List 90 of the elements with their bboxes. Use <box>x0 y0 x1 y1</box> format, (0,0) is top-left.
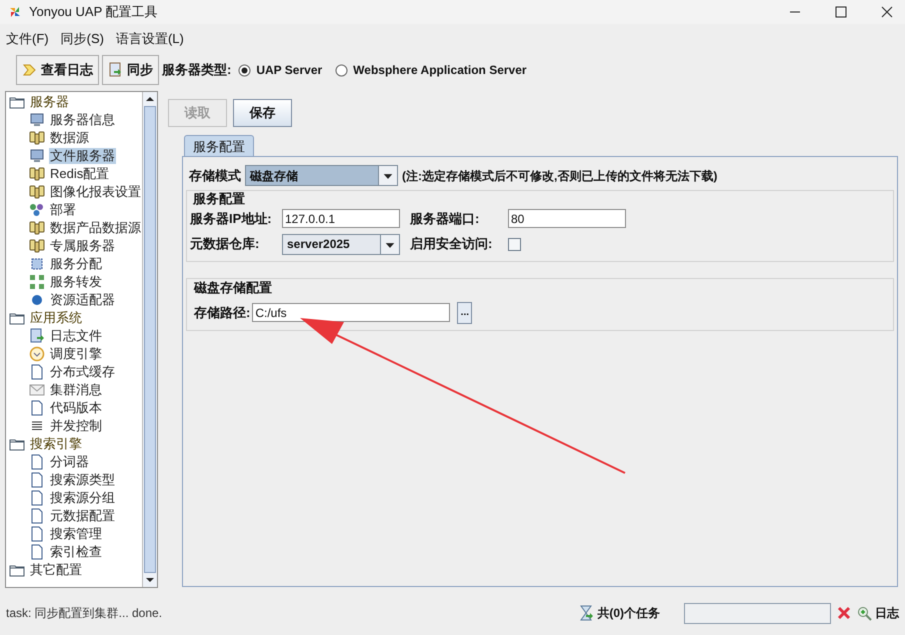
dropdown-caret-icon <box>380 234 399 254</box>
ball-icon <box>29 292 45 308</box>
forward-icon <box>29 274 45 290</box>
document-icon <box>29 400 45 416</box>
menu-item[interactable]: 同步(S) <box>60 29 104 49</box>
ip-field[interactable]: 127.0.0.1 <box>282 209 400 228</box>
tab[interactable]: 服务配置 <box>184 135 254 156</box>
log-file-icon <box>29 328 45 344</box>
document-icon <box>29 364 45 380</box>
sync-document-icon <box>108 62 124 78</box>
tree-item[interactable]: 数据源 <box>49 130 90 146</box>
storage-mode-combo[interactable]: 磁盘存储 <box>245 165 398 186</box>
storage-path-label: 存储路径: <box>194 304 250 322</box>
tree-item[interactable]: 其它配置 <box>29 562 83 578</box>
tree-item[interactable]: 专属服务器 <box>49 238 116 254</box>
arrow-icon <box>22 62 38 78</box>
tree-item[interactable]: 代码版本 <box>49 400 103 416</box>
group-title: 服务配置 <box>192 191 246 206</box>
status-message: task: 同步配置到集群... done. <box>6 605 164 622</box>
hourglass-icon <box>578 605 594 621</box>
menu-item[interactable]: 语言设置(L) <box>116 29 184 49</box>
server-type-radio[interactable]: Websphere Application Server <box>335 61 527 79</box>
log-link[interactable]: 日志 <box>875 604 899 622</box>
menu-item[interactable]: 文件(F) <box>6 29 49 49</box>
tree-item[interactable]: 搜索源类型 <box>49 472 116 488</box>
tree-item[interactable]: 集群消息 <box>49 382 103 398</box>
tree-item[interactable]: 搜索源分组 <box>49 490 116 506</box>
monitor-icon <box>29 112 45 128</box>
tree-item[interactable]: 服务转发 <box>49 274 103 290</box>
envelope-icon <box>29 382 45 398</box>
database-icon <box>29 184 45 200</box>
nodes-icon <box>29 202 45 218</box>
tree-item[interactable]: 分词器 <box>49 454 90 470</box>
tree-item[interactable]: 日志文件 <box>49 328 103 344</box>
app-logo-icon <box>8 5 22 19</box>
storage-mode-note: (注:选定存储模式后不可修改,否则已上传的文件将无法下载) <box>402 168 718 184</box>
secure-access-label: 启用安全访问: <box>410 235 494 254</box>
tree-item[interactable]: 分布式缓存 <box>49 364 116 380</box>
repository-combo[interactable]: server2025 <box>282 234 400 254</box>
storage-path-field[interactable]: C:/ufs <box>252 303 450 322</box>
monitor-icon <box>29 148 45 164</box>
window-title: Yonyou UAP 配置工具 <box>29 3 159 22</box>
database-icon <box>29 166 45 182</box>
tree-item[interactable]: 部署 <box>49 202 77 218</box>
tree-item[interactable]: 搜索管理 <box>49 526 103 542</box>
tree-item[interactable]: 资源适配器 <box>49 292 116 308</box>
storage-mode-label: 存储模式 <box>189 166 241 185</box>
tree-item[interactable]: 并发控制 <box>49 418 103 434</box>
repository-label: 元数据仓库: <box>190 235 260 254</box>
secure-access-checkbox[interactable] <box>508 238 521 250</box>
tree-item[interactable]: 数据产品数据源 <box>49 220 142 236</box>
tree-item[interactable]: Redis配置 <box>49 166 110 182</box>
task-count: 共(0)个任务 <box>597 605 660 622</box>
zoom-in-icon[interactable] <box>857 606 872 620</box>
group-title: 磁盘存储配置 <box>194 280 273 294</box>
tree-item[interactable]: 调度引擎 <box>49 346 103 362</box>
tree-item[interactable]: 应用系统 <box>29 310 83 326</box>
document-icon <box>29 454 45 470</box>
maximize-icon[interactable] <box>835 6 847 18</box>
database-icon <box>29 238 45 254</box>
scroll-thumb[interactable] <box>144 106 156 573</box>
server-type-radio[interactable]: UAP Server <box>238 61 322 79</box>
scrollbar[interactable] <box>142 92 157 587</box>
tree-item[interactable]: 搜索引擎 <box>29 436 83 452</box>
document-icon <box>29 508 45 524</box>
toolbar-button[interactable]: 同步 <box>102 55 159 85</box>
port-field[interactable]: 80 <box>508 209 626 228</box>
tree-item[interactable]: 服务分配 <box>49 256 103 272</box>
tree-item[interactable]: 图像化报表设置 <box>49 184 142 200</box>
database-icon <box>29 220 45 236</box>
tree-item[interactable]: 文件服务器 <box>49 148 116 164</box>
server-type-label: 服务器类型: <box>162 61 232 80</box>
ip-label: 服务器IP地址: <box>190 210 273 228</box>
clock-icon <box>29 346 45 362</box>
port-label: 服务器端口: <box>410 210 480 228</box>
document-icon <box>29 490 45 506</box>
distribution-icon <box>29 256 45 272</box>
database-icon <box>29 130 45 146</box>
document-icon <box>29 472 45 488</box>
tree-item[interactable]: 服务器信息 <box>49 112 116 128</box>
tree-item[interactable]: 服务器 <box>29 94 70 110</box>
dropdown-caret-icon <box>378 166 397 185</box>
browse-button[interactable]: ... <box>457 302 472 324</box>
toolbar-button[interactable]: 查看日志 <box>16 55 99 85</box>
tree-item[interactable]: 元数据配置 <box>49 508 116 524</box>
action-button[interactable]: 保存 <box>233 99 292 127</box>
close-icon[interactable] <box>881 6 893 18</box>
document-icon <box>29 544 45 560</box>
tree-item[interactable]: 索引检查 <box>49 544 103 560</box>
document-icon <box>29 526 45 542</box>
